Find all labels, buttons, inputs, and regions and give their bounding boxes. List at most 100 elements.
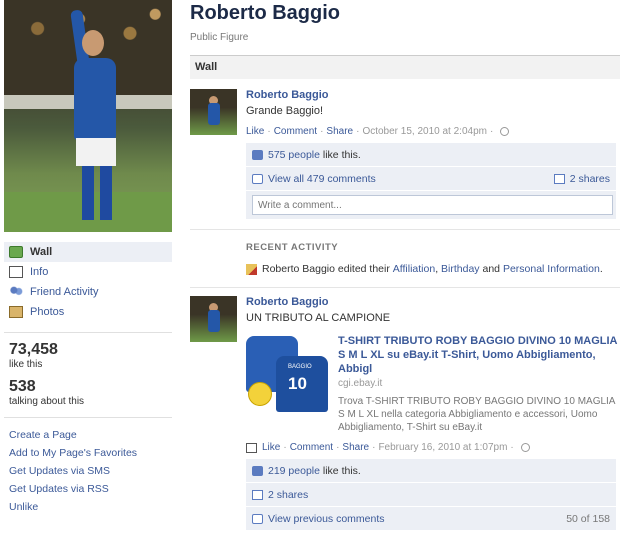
comment-icon (252, 513, 263, 524)
view-all-comments-link[interactable]: View all 479 comments (268, 173, 376, 185)
like-link[interactable]: Like (262, 442, 280, 453)
comment-link[interactable]: Comment (290, 442, 333, 453)
page-title: Roberto Baggio (190, 2, 340, 24)
attachment-thumbnail[interactable]: BAGGIO 10 (246, 334, 330, 414)
left-column: Wall Info Friend Activity Photos 73,458 … (4, 0, 172, 538)
sidebar-item-label: Wall (30, 246, 53, 258)
wall-post: Roberto Baggio Grande Baggio! Like · Comme… (190, 89, 620, 219)
sidebar-item-friend-activity[interactable]: Friend Activity (4, 282, 172, 302)
personal-info-link[interactable]: Personal Information (503, 263, 600, 275)
separator: · (356, 126, 360, 137)
birthday-link[interactable]: Birthday (441, 263, 480, 275)
photo-player-body (74, 58, 116, 140)
attachment-text: T-SHIRT TRIBUTO ROBY BAGGIO DIVINO 10 MA… (338, 334, 618, 434)
friends-icon (9, 286, 23, 298)
sidebar-item-label: Photos (30, 306, 65, 318)
feedback-box: 219 people like this. 2 shares View prev… (246, 459, 616, 531)
separator: · (267, 126, 271, 137)
talking-label: talking about this (9, 396, 85, 407)
page-category: Public Figure (190, 32, 249, 43)
thumbs-up-icon (252, 149, 263, 160)
sidebar-nav: Wall Info Friend Activity Photos (4, 242, 172, 322)
avatar-body (208, 310, 220, 332)
attachment-description: Trova T-SHIRT TRIBUTO ROBY BAGGIO DIVINO… (338, 396, 615, 433)
recent-activity: RECENT ACTIVITY Roberto Baggio edited th… (190, 229, 620, 275)
sms-updates-link[interactable]: Get Updates via SMS (4, 462, 172, 480)
share-link[interactable]: Share (326, 126, 353, 137)
post-actions: Like · Comment · Share · February 16, 2010 at … (246, 442, 620, 453)
sidebar-item-wall[interactable]: Wall (4, 242, 172, 262)
affiliation-link[interactable]: Affiliation (393, 263, 435, 275)
likers-link[interactable]: 575 people (268, 149, 320, 161)
likes-count: 73,458 (9, 341, 58, 358)
sidebar-item-photos[interactable]: Photos (4, 302, 172, 322)
wall-header: Wall (190, 55, 620, 79)
likes-suffix: like this. (322, 464, 361, 477)
main-column: Roberto Baggio Public Figure Wall Robert… (190, 0, 620, 531)
share-icon (553, 174, 565, 184)
add-favorites-link[interactable]: Add to My Page's Favorites (4, 444, 172, 462)
comment-count: 50 of 158 (566, 513, 610, 525)
create-page-link[interactable]: Create a Page (4, 426, 172, 444)
shirt-number: 10 (288, 374, 307, 393)
comment-icon (252, 173, 263, 184)
talking-count: 538 (9, 378, 36, 395)
likes-label: like this (9, 359, 43, 370)
photo-player-shorts (76, 138, 116, 166)
post-body: Roberto Baggio UN TRIBUTO AL CAMPIONE BA… (246, 296, 620, 531)
separator: · (510, 442, 514, 453)
shares-link[interactable]: 2 shares (268, 489, 308, 501)
tshirt-back-image: BAGGIO 10 (276, 356, 328, 412)
attachment-domain: cgi.ebay.it (338, 378, 383, 389)
separator: · (283, 442, 287, 453)
profile-picture[interactable] (4, 0, 172, 232)
post-author-avatar[interactable] (190, 89, 237, 135)
unlike-link[interactable]: Unlike (4, 498, 172, 516)
recent-activity-title: RECENT ACTIVITY (246, 242, 339, 253)
attachment-title-link[interactable]: T-SHIRT TRIBUTO ROBY BAGGIO DIVINO 10 MA… (338, 334, 618, 376)
avatar-body (208, 103, 220, 125)
separator: · (320, 126, 324, 137)
period-text: . (599, 263, 603, 275)
post-actions: Like · Comment · Share · October 15, 2010 at 2… (246, 126, 620, 137)
likes-row: 575 people like this. (246, 143, 616, 167)
like-link[interactable]: Like (246, 126, 264, 137)
wall-post: Roberto Baggio UN TRIBUTO AL CAMPIONE BA… (190, 287, 620, 531)
shares-area: 2 shares (553, 167, 610, 191)
shares-link[interactable]: 2 shares (570, 167, 610, 191)
post-body: Roberto Baggio Grande Baggio! Like · Comme… (246, 89, 620, 219)
shares-row: 2 shares (246, 483, 616, 507)
post-timestamp[interactable]: February 16, 2010 at 1:07pm (378, 442, 507, 453)
thumbs-up-icon (252, 465, 263, 476)
photo-player-legs (82, 166, 112, 220)
divider (4, 417, 172, 418)
shirt-name: BAGGIO (288, 364, 312, 370)
post-author[interactable]: Roberto Baggio (246, 89, 620, 101)
sidebar-item-label: Friend Activity (30, 286, 99, 298)
sidebar-item-info[interactable]: Info (4, 262, 172, 282)
photo-player-head (82, 30, 104, 56)
likes-row: 219 people like this. (246, 459, 616, 483)
post-message: Grande Baggio! (246, 105, 324, 117)
comment-input[interactable] (252, 195, 613, 215)
separator: · (372, 442, 376, 453)
post-author[interactable]: Roberto Baggio (246, 296, 620, 308)
pencil-icon (246, 263, 257, 275)
comments-row: View all 479 comments 2 shares (246, 167, 616, 191)
post-message: UN TRIBUTO AL CAMPIONE (246, 312, 391, 324)
sidebar-item-label: Info (30, 266, 49, 278)
post-author-avatar[interactable] (190, 296, 237, 342)
seal-badge-icon (248, 382, 272, 406)
recent-activity-item: Roberto Baggio edited their Affiliation,… (246, 263, 620, 275)
rss-updates-link[interactable]: Get Updates via RSS (4, 480, 172, 498)
comment-link[interactable]: Comment (274, 126, 317, 137)
view-previous-comments-link[interactable]: View previous comments (268, 513, 385, 525)
recent-activity-text: Roberto Baggio edited their (262, 263, 390, 275)
likers-link[interactable]: 219 people (268, 465, 320, 477)
share-link[interactable]: Share (342, 442, 369, 453)
globe-icon (500, 126, 510, 136)
divider (4, 332, 172, 333)
separator: · (489, 126, 494, 137)
post-timestamp[interactable]: October 15, 2010 at 2:04pm (362, 126, 487, 137)
and-text: and (482, 263, 501, 275)
